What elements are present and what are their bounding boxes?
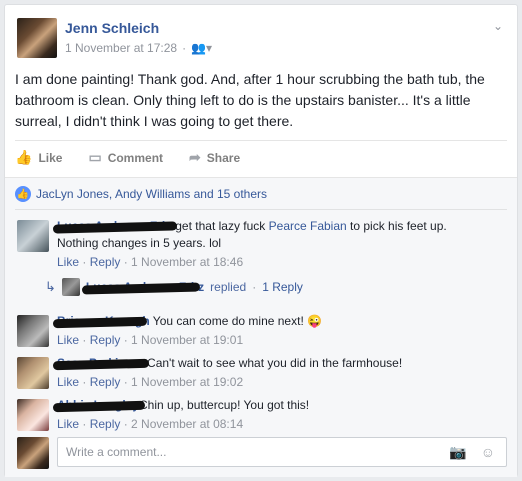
comment-like-link[interactable]: Like <box>57 333 79 347</box>
comment-meta: Like · Reply · 1 November at 19:01 <box>57 333 244 347</box>
dot-separator: · <box>252 280 257 294</box>
like-button[interactable]: 👍 Like <box>15 149 62 166</box>
commenter-avatar[interactable] <box>17 399 49 431</box>
comment-body: Sean ParkinsonCan't wait to see what you… <box>52 355 487 391</box>
divider <box>15 209 507 210</box>
comment-icon: ▭ <box>88 149 102 165</box>
comment-meta: Like · Reply · 1 November at 18:46 <box>57 255 244 269</box>
comment-button[interactable]: ▭ Comment <box>88 149 163 166</box>
likes-summary[interactable]: 👍 JacLyn Jones, Andy Williams and 15 oth… <box>15 186 267 202</box>
share-icon: ➦ <box>189 149 201 165</box>
comment-label: Comment <box>107 150 164 165</box>
comment-text: Chin up, buttercup! You got this! <box>139 398 310 412</box>
replied-text: replied <box>210 280 247 294</box>
friends-icon[interactable]: 👥▾ <box>191 41 212 55</box>
comment-like-link[interactable]: Like <box>57 255 79 269</box>
comment-reply-link[interactable]: Reply <box>90 333 121 347</box>
author-avatar[interactable] <box>17 18 57 58</box>
replies-count-link[interactable]: 1 Reply <box>262 280 303 294</box>
share-label: Share <box>206 150 241 165</box>
emoji-icon[interactable]: ☺ <box>481 444 495 461</box>
thumbs-up-icon: 👍 <box>15 149 33 165</box>
comment-reply-link[interactable]: Reply <box>90 417 121 431</box>
author-name[interactable]: Jenn Schleich <box>65 20 159 36</box>
comment-item: Lucas Ambrose Fritzget that lazy fuck Pe… <box>15 218 507 280</box>
like-label: Like <box>38 150 63 165</box>
reply-arrow-icon: ↳ <box>45 279 56 294</box>
comments-section: 👍 JacLyn Jones, Andy Williams and 15 oth… <box>5 177 517 477</box>
comment-item: Abbie LangleyChin up, buttercup! You got… <box>15 397 507 433</box>
commenter-name[interactable]: Lucas Ambrose Fritz <box>52 219 178 234</box>
comment-text: You can come do mine next! 😜 <box>149 314 323 328</box>
comment-time[interactable]: 2 November at 08:14 <box>131 417 243 431</box>
comment-like-link[interactable]: Like <box>57 375 79 389</box>
commenter-name[interactable]: Brianna Keough <box>52 314 150 329</box>
mention-link[interactable]: Pearce Fabian <box>269 219 347 233</box>
post-header: Jenn Schleich 1 November at 17:28 · 👥▾ ⌄ <box>15 17 507 61</box>
comment-text: get that lazy fuck <box>175 219 269 233</box>
commenter-avatar[interactable] <box>17 315 49 347</box>
action-bar: 👍 Like ▭ Comment ➦ Share <box>15 140 507 172</box>
comment-text: Can't wait to see what you did in the fa… <box>147 356 403 370</box>
comment-item: Sean ParkinsonCan't wait to see what you… <box>15 355 507 391</box>
commenter-avatar[interactable] <box>17 357 49 389</box>
commenter-name[interactable]: Abbie Langley <box>52 398 146 413</box>
reply-author: Lucas Ambrose Fritz <box>81 280 204 295</box>
post-card: Jenn Schleich 1 November at 17:28 · 👥▾ ⌄… <box>4 4 518 477</box>
chevron-down-icon[interactable]: ⌄ <box>493 19 503 33</box>
comment-time[interactable]: 1 November at 19:01 <box>131 333 243 347</box>
comment-input[interactable]: Write a comment... <box>57 437 507 467</box>
comment-body: Lucas Ambrose Fritzget that lazy fuck Pe… <box>52 218 487 271</box>
comment-item: Brianna Keough You can come do mine next… <box>15 313 507 349</box>
comment-time[interactable]: 1 November at 19:02 <box>131 375 243 389</box>
comment-meta: Like · Reply · 2 November at 08:14 <box>57 417 244 431</box>
composer-avatar <box>17 437 49 469</box>
comment-body: Brianna Keough You can come do mine next… <box>52 313 487 349</box>
comment-time[interactable]: 1 November at 18:46 <box>131 255 243 269</box>
reply-avatar <box>61 278 80 296</box>
comment-composer: Write a comment... 📷 ☺ <box>15 435 507 471</box>
dot-separator: · <box>182 41 187 55</box>
comment-reply-link[interactable]: Reply <box>90 375 121 389</box>
commenter-name[interactable]: Sean Parkinson <box>52 356 150 371</box>
comment-reply-link[interactable]: Reply <box>90 255 121 269</box>
replies-row[interactable]: ↳ Lucas Ambrose Fritz replied · 1 Reply <box>45 278 303 296</box>
composer-icons: 📷 ☺ <box>449 444 495 461</box>
post-meta: 1 November at 17:28 · 👥▾ <box>65 41 212 55</box>
likes-summary-text: JacLyn Jones, Andy Williams and 15 other… <box>36 187 268 201</box>
camera-icon[interactable]: 📷 <box>449 444 466 461</box>
post-timestamp[interactable]: 1 November at 17:28 <box>65 41 177 55</box>
share-button[interactable]: ➦ Share <box>189 149 240 166</box>
comment-body: Abbie LangleyChin up, buttercup! You got… <box>52 397 487 433</box>
commenter-avatar[interactable] <box>17 220 49 252</box>
comment-meta: Like · Reply · 1 November at 19:02 <box>57 375 244 389</box>
comment-like-link[interactable]: Like <box>57 417 79 431</box>
post-text: I am done painting! Thank god. And, afte… <box>15 71 485 129</box>
like-badge-icon: 👍 <box>15 186 31 202</box>
